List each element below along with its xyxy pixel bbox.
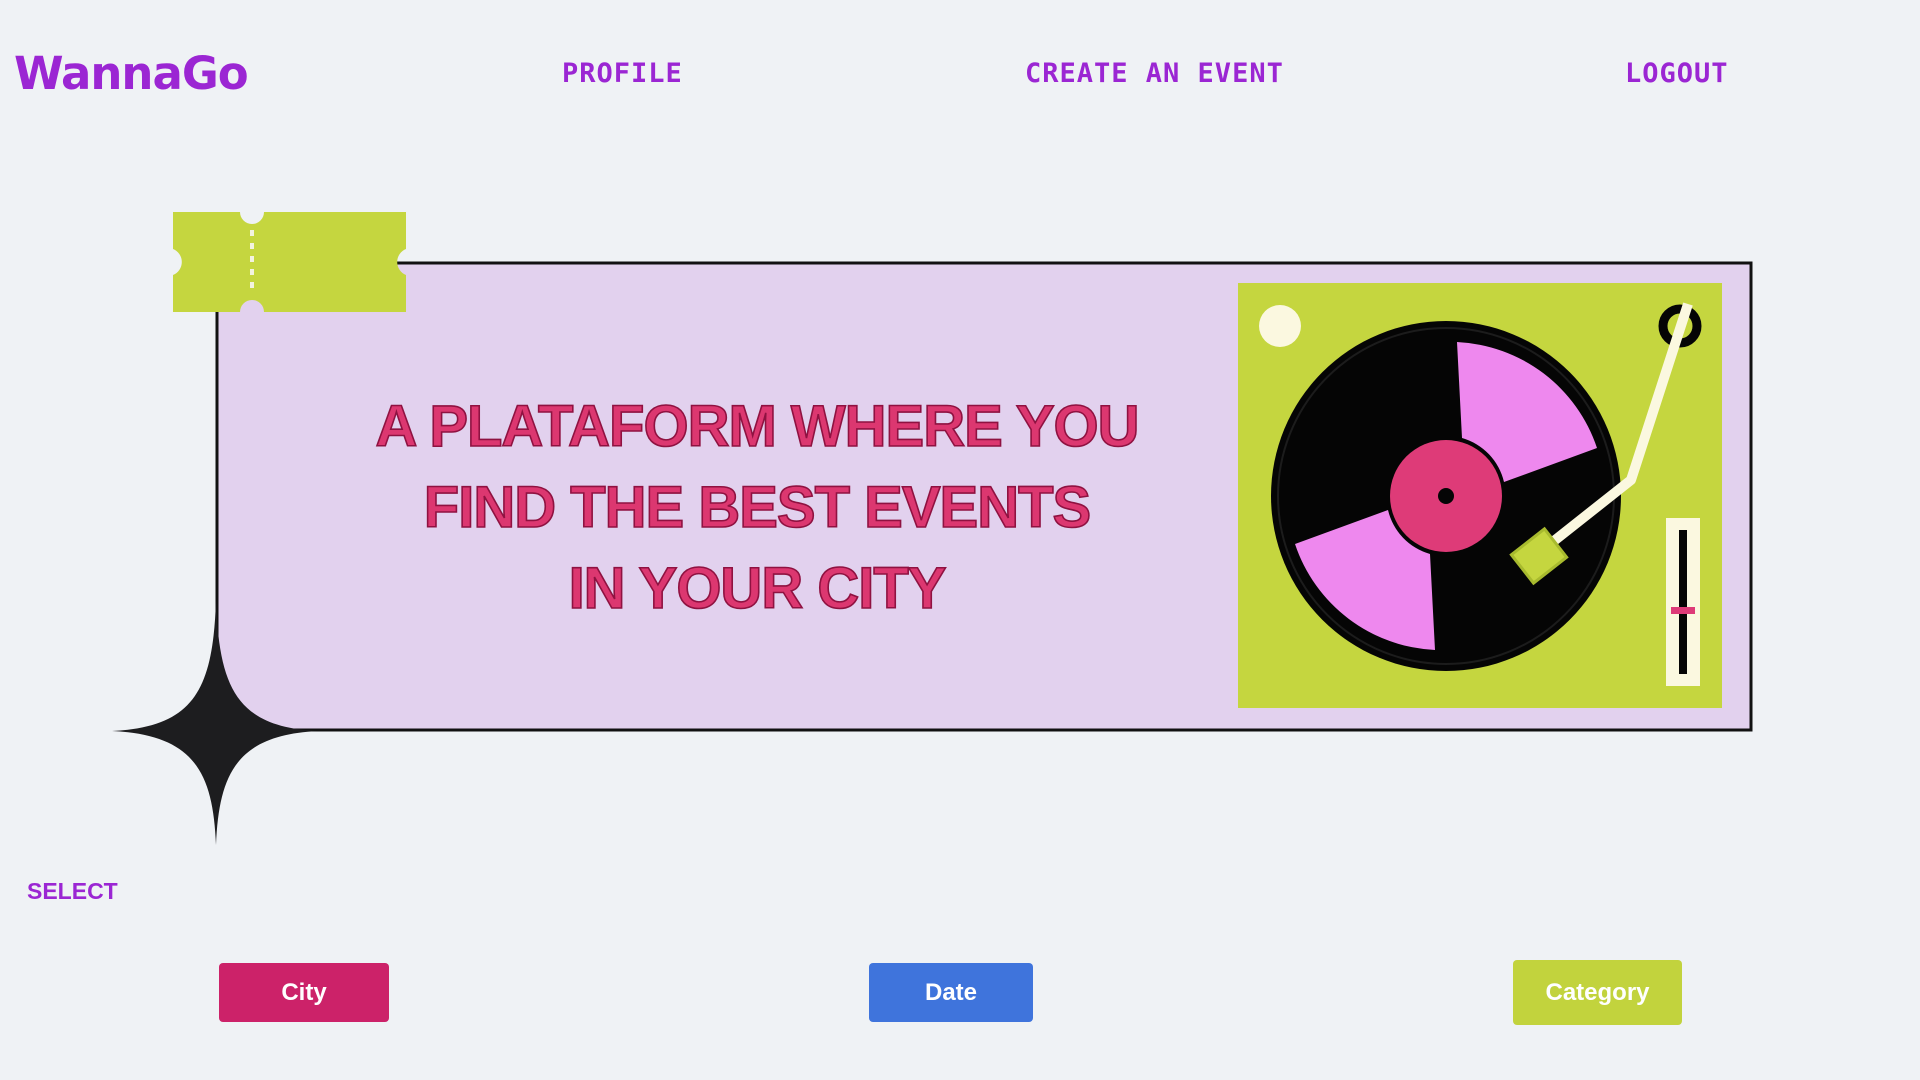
select-label: SELECT: [27, 878, 118, 904]
category-filter-button[interactable]: Category: [1513, 960, 1682, 1025]
hero-panel: [215, 261, 1753, 732]
nav-logout-link[interactable]: LOGOUT: [1625, 56, 1729, 92]
wannago-logo[interactable]: WannaGo: [14, 44, 249, 104]
hero-headline: A PLATAFORM WHERE YOU FIND THE BEST EVEN…: [375, 393, 1141, 622]
pitch-slider-icon: [1666, 518, 1700, 686]
hero-banner: A PLATAFORM WHERE YOU FIND THE BEST EVEN…: [112, 212, 1753, 845]
headline-line-1: A PLATAFORM WHERE YOU: [375, 394, 1138, 459]
date-filter-button[interactable]: Date: [869, 963, 1033, 1022]
ticket-icon: [173, 212, 406, 312]
headline-line-3: IN YOUR CITY: [569, 556, 946, 621]
sparkle-icon: [112, 600, 318, 845]
nav-profile-link[interactable]: PROFILE: [562, 56, 683, 92]
vinyl-record-icon: [1271, 321, 1621, 671]
nav-create-event-link[interactable]: CREATE AN EVENT: [1025, 56, 1284, 92]
tonearm-icon: [1509, 302, 1702, 586]
turntable-illustration: [1238, 283, 1722, 708]
city-filter-button[interactable]: City: [219, 963, 389, 1022]
headline-line-2: FIND THE BEST EVENTS: [424, 475, 1090, 540]
